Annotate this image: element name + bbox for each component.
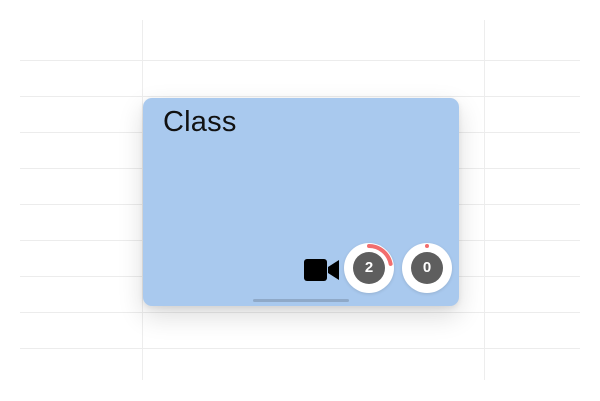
event-card[interactable]: Class 2 0 [143,98,459,306]
grid-row-divider [20,348,580,349]
grid-column-divider [484,20,485,380]
grid-row-divider [20,96,580,97]
counter-value: 0 [411,252,443,284]
video-camera-icon[interactable] [304,258,340,282]
grid-row-divider [20,312,580,313]
event-title: Class [163,106,237,138]
resize-handle[interactable] [253,299,349,302]
grid-row-divider [20,60,580,61]
attendee-counter[interactable]: 2 [344,243,394,293]
counter-value: 2 [353,252,385,284]
attendee-counter[interactable]: 0 [402,243,452,293]
